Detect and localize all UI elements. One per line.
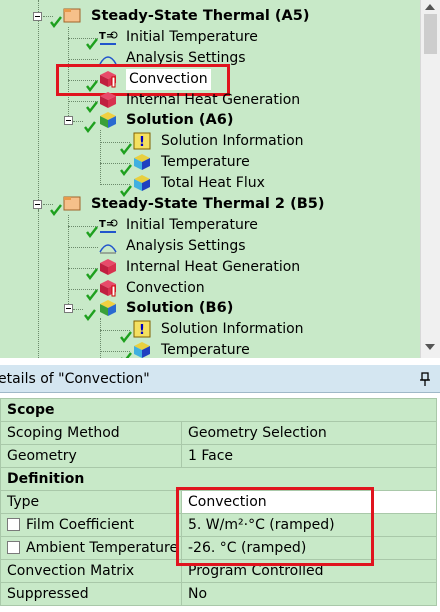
check-icon — [84, 121, 96, 133]
thermal-analysis-icon — [63, 196, 81, 211]
pin-icon[interactable] — [420, 372, 430, 386]
parameter-checkbox[interactable] — [7, 541, 20, 554]
parameter-checkbox[interactable] — [7, 518, 20, 531]
section-scope: Scope — [0, 398, 437, 422]
convection-icon — [100, 280, 116, 297]
check-icon — [86, 101, 98, 113]
details-title-bar: etails of "Convection" — [0, 365, 440, 393]
check-icon — [86, 226, 98, 238]
tree-scrollbar[interactable] — [420, 0, 440, 358]
details-title: etails of "Convection" — [0, 371, 150, 387]
check-icon — [50, 16, 62, 28]
check-icon — [86, 289, 98, 301]
check-icon — [120, 164, 132, 176]
check-icon — [120, 143, 132, 155]
property-name-ambient-temperature: Ambient Temperature — [0, 536, 182, 560]
heat-generation-icon — [100, 92, 116, 108]
scroll-up-icon[interactable] — [425, 4, 435, 10]
check-icon — [50, 204, 62, 216]
heat-flux-result-icon — [134, 175, 150, 191]
initial-temperature-icon: T= — [99, 31, 118, 45]
thermal-analysis-icon — [63, 8, 81, 23]
check-icon — [121, 352, 132, 358]
scroll-down-icon[interactable] — [425, 344, 435, 350]
property-name: Type — [0, 490, 182, 514]
collapse-toggle[interactable] — [64, 116, 73, 125]
scroll-thumb[interactable] — [424, 14, 437, 54]
property-name: Geometry — [0, 444, 182, 468]
check-icon — [120, 331, 132, 343]
initial-temperature-icon: T= — [99, 219, 118, 233]
property-name: Film Coefficient — [26, 517, 134, 533]
svg-text:!: ! — [139, 323, 145, 338]
property-name: Ambient Temperature — [26, 540, 179, 556]
collapse-toggle[interactable] — [33, 12, 42, 21]
check-icon — [86, 38, 98, 50]
property-name-film-coefficient: Film Coefficient — [0, 513, 182, 537]
section-scope-label: Scope — [0, 398, 437, 422]
collapse-toggle[interactable] — [64, 304, 73, 313]
solution-information-icon: ! — [133, 132, 151, 150]
project-tree: Steady-State Thermal (A5) T= Initial Tem… — [0, 0, 420, 358]
details-panel: etails of "Convection" Scope Scoping Met… — [0, 365, 440, 612]
solution-icon — [100, 300, 116, 316]
solution-information-icon: ! — [133, 320, 151, 338]
property-name: Scoping Method — [0, 421, 182, 445]
property-value[interactable]: Geometry Selection — [181, 421, 437, 445]
analysis-settings-icon — [99, 244, 117, 254]
table-row: Scoping Method Geometry Selection — [0, 421, 437, 445]
property-value[interactable]: 1 Face — [181, 444, 437, 468]
table-row: Suppressed No — [0, 582, 437, 606]
check-icon — [86, 268, 98, 280]
temperature-result-icon — [134, 154, 150, 170]
svg-text:!: ! — [139, 135, 145, 150]
property-name: Convection Matrix — [0, 559, 182, 583]
solution-icon — [100, 112, 116, 128]
collapse-toggle[interactable] — [33, 200, 42, 209]
temperature-result-icon — [134, 342, 150, 358]
check-icon — [84, 309, 96, 321]
table-row: Geometry 1 Face — [0, 444, 437, 468]
property-value[interactable]: No — [181, 582, 437, 606]
highlight-box-definition-values — [176, 487, 374, 566]
property-name: Suppressed — [0, 582, 182, 606]
heat-generation-icon — [100, 259, 116, 275]
